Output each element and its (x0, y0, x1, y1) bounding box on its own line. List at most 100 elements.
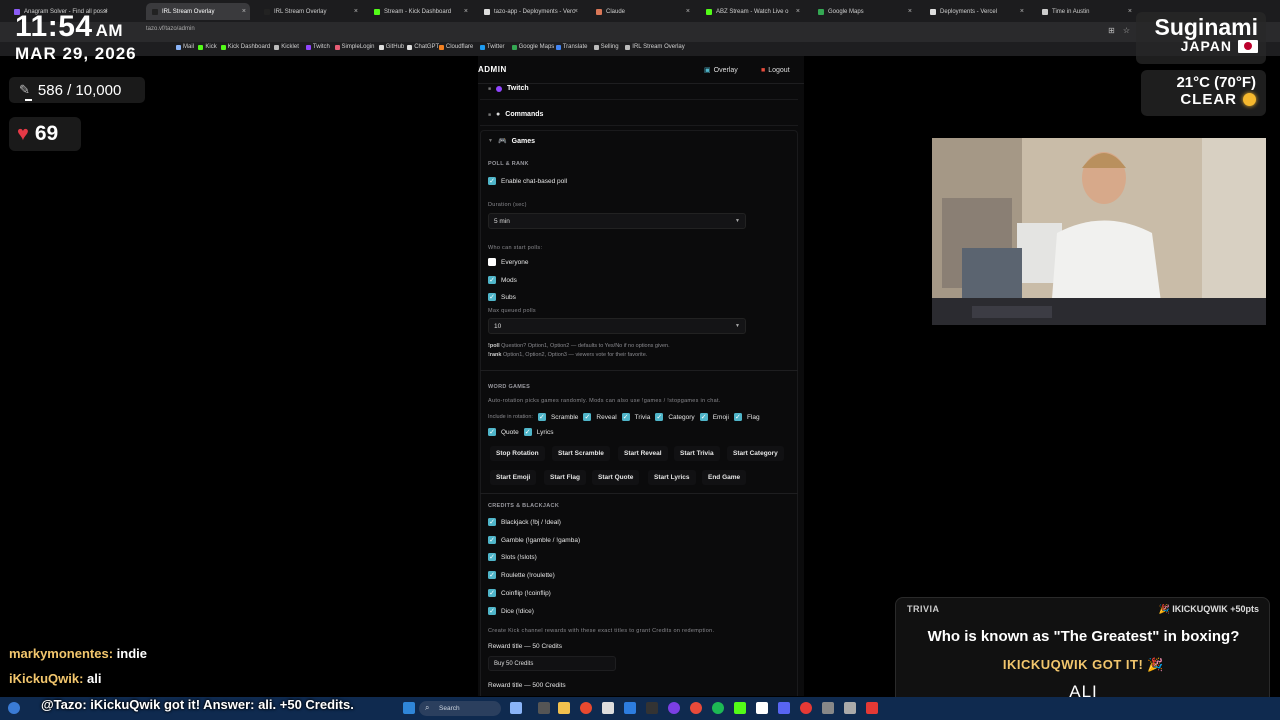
browser-tab[interactable]: Google Maps × (812, 3, 916, 20)
close-tab-icon[interactable]: × (796, 8, 800, 15)
browser-tab[interactable]: ABZ Stream - Watch Live o × (700, 3, 804, 20)
start-quote-button[interactable]: Start Quote (592, 470, 640, 485)
lyrics-checkbox[interactable]: ✓ Lyrics (523, 428, 553, 436)
dice-checkbox[interactable]: ✓ Dice (!dice) (488, 607, 534, 615)
app-icon[interactable] (866, 702, 878, 714)
duration-select[interactable]: 5 min ▼ (488, 213, 746, 229)
browser-tab[interactable]: IRL Stream Overlay × (146, 3, 250, 20)
bookmark-item[interactable]: SimpleLogin (334, 44, 375, 50)
bookmark-item[interactable]: IRL Stream Overlay (625, 44, 685, 50)
emoji-checkbox[interactable]: ✓ Emoji (699, 413, 729, 421)
close-tab-icon[interactable]: × (242, 8, 246, 15)
bookmark-item[interactable]: GitHub (378, 44, 404, 50)
favicon-icon (818, 8, 824, 15)
browser-tab[interactable]: Time in Austin × (1036, 3, 1136, 20)
bookmark-item[interactable]: Kick Dashboard (220, 44, 270, 50)
bookmark-item[interactable]: Kicklet (274, 44, 299, 50)
bookmark-item[interactable]: Twitch (305, 44, 330, 50)
reward-50-input[interactable]: Buy 50 Credits (488, 656, 616, 671)
spotify-icon[interactable] (712, 702, 724, 714)
app-icon[interactable] (822, 702, 834, 714)
notepad-icon[interactable] (602, 702, 614, 714)
favicon-icon (1042, 8, 1048, 15)
gamble-checkbox[interactable]: ✓ Gamble (!gamble / !gamba) (488, 536, 580, 544)
bookmark-star-icon[interactable]: ☆ (1123, 26, 1130, 35)
mods-checkbox[interactable]: ✓ Mods (488, 276, 517, 284)
bookmark-item[interactable]: Mail (176, 44, 194, 50)
bookmark-item[interactable]: Kick (198, 44, 217, 50)
address-field[interactable]: tazo.vf/tazo/admin (146, 26, 195, 32)
section-games[interactable]: ▼ 🎮 Games (480, 130, 798, 152)
terminal-icon[interactable] (646, 702, 658, 714)
close-tab-icon[interactable]: × (908, 8, 912, 15)
start-category-button[interactable]: Start Category (727, 446, 784, 461)
close-tab-icon[interactable]: × (354, 8, 358, 15)
start-trivia-button[interactable]: Start Trivia (674, 446, 720, 461)
subs-checkbox[interactable]: ✓ Subs (488, 293, 516, 301)
close-tab-icon[interactable]: × (686, 8, 690, 15)
extensions-icon[interactable]: ⊞ (1108, 26, 1115, 35)
slots-checkbox[interactable]: ✓ Slots (!slots) (488, 553, 537, 561)
bookmark-item[interactable]: ChatGPT (407, 44, 439, 50)
start-scramble-button[interactable]: Start Scramble (552, 446, 610, 461)
obs-icon[interactable] (668, 702, 680, 714)
quote-checkbox[interactable]: ✓ Quote (488, 428, 519, 436)
max-polls-select[interactable]: 10 ▼ (488, 318, 746, 334)
section-commands[interactable]: ■ ● Commands (480, 104, 798, 126)
scramble-checkbox[interactable]: ✓ Scramble (537, 413, 578, 421)
windows-start-icon[interactable] (403, 702, 415, 714)
browser-tab[interactable]: tazo-app - Deployments - Verc × (478, 3, 582, 20)
category-checkbox[interactable]: ✓ Category (655, 413, 695, 421)
close-tab-icon[interactable]: × (1128, 8, 1132, 15)
coinflip-checkbox[interactable]: ✓ Coinflip (!coinflip) (488, 589, 551, 597)
blackjack-checkbox[interactable]: ✓ Blackjack (!bj / !deal) (488, 518, 561, 526)
browser-tab[interactable]: Claude × (590, 3, 694, 20)
reveal-checkbox[interactable]: ✓ Reveal (583, 413, 617, 421)
vscode-icon[interactable] (624, 702, 636, 714)
app-icon[interactable] (734, 702, 746, 714)
app-icon[interactable] (756, 702, 768, 714)
weather-card: 21°C (70°F) CLEAR (1141, 70, 1266, 116)
taskview-icon[interactable] (538, 702, 550, 714)
bookmark-icon (220, 44, 226, 50)
discord-icon[interactable] (778, 702, 790, 714)
widget-icon[interactable] (8, 702, 20, 714)
browser-tab[interactable]: Stream - Kick Dashboard × (368, 3, 472, 20)
browser-tab[interactable]: Deployments - Vercel × (924, 3, 1028, 20)
everyone-checkbox[interactable]: Everyone (488, 258, 528, 266)
flag-checkbox[interactable]: ✓ Flag (733, 413, 760, 421)
stop-rotation-button[interactable]: Stop Rotation (490, 446, 545, 461)
settings-icon[interactable] (844, 702, 856, 714)
close-tab-icon[interactable]: × (1020, 8, 1024, 15)
copilot-icon[interactable] (510, 702, 522, 714)
party-icon: 🎉 (1158, 604, 1170, 614)
search-icon: ⌕ (425, 703, 430, 712)
bookmark-item[interactable]: Cloudflare (438, 44, 473, 50)
bookmark-item[interactable]: Selling (593, 44, 619, 50)
logout-button[interactable]: ■ Logout (761, 63, 790, 77)
close-tab-icon[interactable]: × (464, 8, 468, 15)
distance-counter: ✎ 586 / 10,000 (9, 77, 145, 103)
bookmark-item[interactable]: Google Maps (511, 44, 554, 50)
roulette-checkbox[interactable]: ✓ Roulette (!roulette) (488, 571, 555, 579)
taskbar-search[interactable]: ⌕ Search (419, 701, 501, 716)
app-icon[interactable] (800, 702, 812, 714)
bookmark-item[interactable]: Translate (555, 44, 587, 50)
enable-poll-checkbox[interactable]: ✓ Enable chat-based poll (488, 177, 567, 185)
browser-tab[interactable]: IRL Stream Overlay × (258, 3, 362, 20)
chrome-icon[interactable] (580, 702, 592, 714)
app-icon[interactable] (690, 702, 702, 714)
start-emoji-button[interactable]: Start Emoji (490, 470, 537, 485)
start-flag-button[interactable]: Start Flag (544, 470, 586, 485)
end-game-button[interactable]: End Game (702, 470, 747, 485)
trivia-checkbox[interactable]: ✓ Trivia (621, 413, 650, 421)
chat-message: markymonentes: indie (9, 646, 148, 661)
section-twitch[interactable]: ■ Twitch (480, 78, 798, 100)
start-reveal-button[interactable]: Start Reveal (618, 446, 668, 461)
overlay-button[interactable]: ▣ Overlay (704, 63, 738, 77)
bookmark-item[interactable]: Twitter (479, 44, 505, 50)
overlay-date: MAR 29, 2026 (15, 44, 137, 63)
close-tab-icon[interactable]: × (574, 8, 578, 15)
start-lyrics-button[interactable]: Start Lyrics (648, 470, 696, 485)
file-explorer-icon[interactable] (558, 702, 570, 714)
